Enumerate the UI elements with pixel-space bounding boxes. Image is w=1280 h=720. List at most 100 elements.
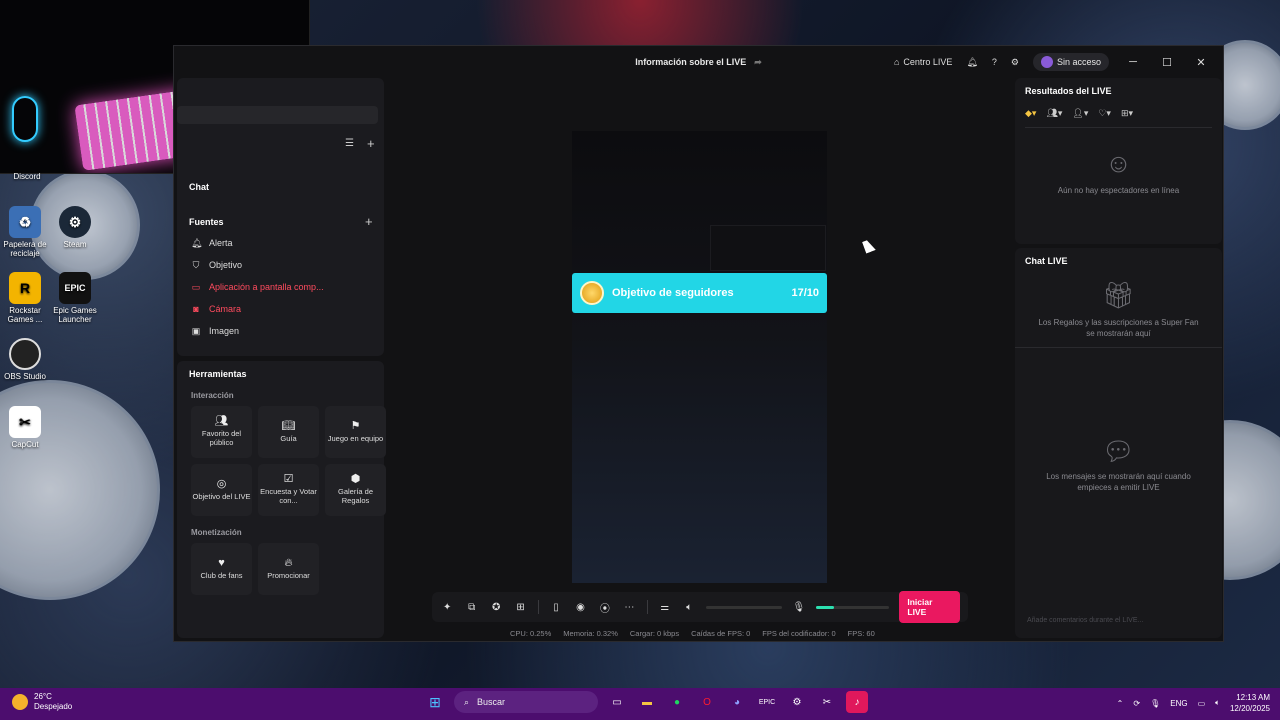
gifts-icon[interactable]: ⊞▾ xyxy=(1121,108,1133,119)
live-chat-panel: Chat LIVE 🎁︎ Los Regalos y las suscripci… xyxy=(1015,248,1222,638)
tool-audience-favorite[interactable]: 👥︎ Favorito del público xyxy=(191,406,252,458)
desktop-icon-label: Discord xyxy=(13,172,41,181)
account-button[interactable]: Sin acceso xyxy=(1032,53,1109,71)
window-title-text: Información sobre el LIVE xyxy=(635,57,747,67)
tool-live-goal[interactable]: ◎ Objetivo del LIVE xyxy=(191,464,252,516)
settings-sliders-icon[interactable]: ⚌ xyxy=(658,602,672,613)
add-source-icon[interactable]: + xyxy=(365,214,373,229)
close-button[interactable]: ✕ xyxy=(1191,56,1211,69)
go-live-button[interactable]: Iniciar LIVE xyxy=(899,591,960,623)
system-tray: ⌃ ⟳ 🎙︎ ENG ▭ 🔈︎ 12:13 AM 12/20/2025 xyxy=(1117,692,1270,714)
source-label: Objetivo xyxy=(209,260,243,270)
source-item-alert[interactable]: 🔔︎ Alerta xyxy=(177,232,384,254)
centro-live-button[interactable]: ⌂ Centro LIVE xyxy=(894,57,952,67)
tool-label: Guía xyxy=(280,433,297,443)
speaker-icon[interactable]: 🔈︎ xyxy=(682,602,696,613)
more-icon[interactable]: ⋯ xyxy=(622,602,636,613)
volume-slider[interactable] xyxy=(706,605,782,609)
task-view-icon[interactable]: ▭ xyxy=(606,691,628,713)
monitor-icon[interactable]: ▭ xyxy=(1198,699,1206,708)
source-item-image[interactable]: ▣ Imagen xyxy=(177,320,384,342)
team-icon: ⚑ xyxy=(350,419,361,432)
replay-icon[interactable]: ⦿ xyxy=(598,600,612,615)
weather-widget[interactable]: 26°C Despejado xyxy=(12,692,72,712)
tool-label: Galería de Regalos xyxy=(337,487,374,505)
desktop-icon-label: OBS Studio xyxy=(4,372,46,381)
bell-icon: 🔔︎ xyxy=(191,237,203,248)
bell-icon[interactable]: 🔔︎ xyxy=(966,57,977,68)
record-icon[interactable]: ◉ xyxy=(573,602,587,613)
tool-guide[interactable]: 📖︎ Guía xyxy=(258,406,319,458)
messages-note: Los mensajes se mostrarán aquí cuando em… xyxy=(1046,472,1191,492)
help-icon[interactable]: ? xyxy=(992,57,997,67)
maximize-button[interactable]: ☐ xyxy=(1157,56,1177,69)
desktop-icon-discord[interactable]: Discord xyxy=(0,172,54,181)
list-icon[interactable]: ☰ xyxy=(345,138,354,149)
desktop-icon-recycle-bin[interactable]: ♻ Papelera de reciclaje xyxy=(0,206,52,258)
opera-icon[interactable]: O xyxy=(696,691,718,713)
obs-icon xyxy=(9,338,41,370)
tool-team-game[interactable]: ⚑ Juego en equipo xyxy=(325,406,386,458)
microphone-icon[interactable]: 🎙︎ xyxy=(792,602,806,613)
source-item-fullscreen-app[interactable]: ▭ Aplicación a pantalla comp... xyxy=(177,276,384,298)
add-scene-icon[interactable]: + xyxy=(367,136,375,151)
follower-goal-widget[interactable]: Objetivo de seguidores 17/10 xyxy=(572,273,827,313)
magic-wand-icon[interactable]: ✦ xyxy=(440,602,454,613)
divider xyxy=(1025,127,1212,128)
tool-poll[interactable]: ☑ Encuesta y Votar con... xyxy=(258,464,319,516)
desktop-icon-capcut[interactable]: ✂ CapCut xyxy=(0,406,52,449)
tool-fan-club[interactable]: ♥ Club de fans xyxy=(191,543,252,595)
tiktok-live-taskbar-icon[interactable]: ♪ xyxy=(846,691,868,713)
chat-source[interactable]: Chat xyxy=(177,182,221,192)
minimize-button[interactable]: ─ xyxy=(1123,56,1143,68)
add-media-icon[interactable]: ⊞ xyxy=(513,602,527,613)
sync-icon[interactable]: ⟳ xyxy=(1133,699,1140,708)
taskbar-clock[interactable]: 12:13 AM 12/20/2025 xyxy=(1230,692,1270,714)
desktop-icon-steam[interactable]: ⚙ Steam xyxy=(48,206,102,249)
tools-panel: Herramientas Interacción 👥︎ Favorito del … xyxy=(177,361,386,638)
source-item-camera[interactable]: ◙ Cámara xyxy=(177,298,384,320)
effects-icon[interactable]: ✪ xyxy=(489,602,503,613)
tool-promote[interactable]: 🔥︎ Promocionar xyxy=(258,543,319,595)
desktop-icon-obs[interactable]: OBS Studio xyxy=(0,338,52,381)
monetization-title: Monetización xyxy=(191,528,242,537)
upload-stat: Cargar: 0 kbps xyxy=(629,629,680,638)
no-viewers-text: Aún no hay espectadores en línea xyxy=(1057,186,1180,195)
chat-input[interactable]: Añade comentarios durante el LIVE... xyxy=(1023,610,1214,630)
portrait-icon[interactable]: ▯ xyxy=(549,602,563,613)
windows-start-icon[interactable]: ⊞ xyxy=(424,691,446,713)
stream-preview[interactable] xyxy=(572,131,827,583)
desktop-icon-rockstar[interactable]: R Rockstar Games ... xyxy=(0,272,52,324)
cpu-stat: CPU: 0.25% xyxy=(510,629,552,638)
file-explorer-icon[interactable]: ▬ xyxy=(636,691,658,713)
taskbar-search[interactable]: ⌕ Buscar xyxy=(454,691,598,713)
mic-tray-icon[interactable]: 🎙︎ xyxy=(1150,699,1160,708)
results-title: Resultados del LIVE xyxy=(1025,86,1112,96)
language-indicator[interactable]: ENG xyxy=(1170,699,1187,708)
divider xyxy=(537,600,539,614)
gift-box-icon: 🎁︎ xyxy=(1101,280,1135,310)
steam-taskbar-icon[interactable]: ⚙ xyxy=(786,691,808,713)
capcut-taskbar-icon[interactable]: ✂ xyxy=(816,691,838,713)
scene-tab[interactable] xyxy=(177,106,378,124)
likes-icon[interactable]: ♡▾ xyxy=(1098,108,1111,119)
source-item-goal[interactable]: ⛉ Objetivo xyxy=(177,254,384,276)
viewers-icon[interactable]: 👥︎▾ xyxy=(1046,108,1062,119)
tool-gift-gallery[interactable]: ⬢ Galería de Regalos xyxy=(325,464,386,516)
mic-slider[interactable] xyxy=(816,605,890,609)
layers-icon[interactable]: ⧉ xyxy=(464,602,478,613)
volume-tray-icon[interactable]: 🔈︎ xyxy=(1215,698,1220,708)
spotify-icon[interactable]: ● xyxy=(666,691,688,713)
chat-bubble-icon: 💬︎ xyxy=(1101,436,1135,466)
weather-text: Despejado xyxy=(34,702,73,711)
chevron-up-icon[interactable]: ⌃ xyxy=(1117,699,1124,708)
diamond-icon[interactable]: ◆▾ xyxy=(1025,108,1036,119)
tool-label: Promocionar xyxy=(267,570,310,580)
followers-icon[interactable]: 👤︎▾ xyxy=(1072,108,1088,119)
epic-games-taskbar-icon[interactable]: EPIC xyxy=(756,691,778,713)
account-label: Sin acceso xyxy=(1056,57,1101,67)
chat-placeholder: Añade comentarios durante el LIVE... xyxy=(1027,616,1144,624)
gear-icon[interactable]: ⚙ xyxy=(1011,57,1019,68)
discord-icon[interactable]: ◕ xyxy=(726,691,748,713)
desktop-icon-epic[interactable]: EPIC Epic Games Launcher xyxy=(48,272,102,324)
